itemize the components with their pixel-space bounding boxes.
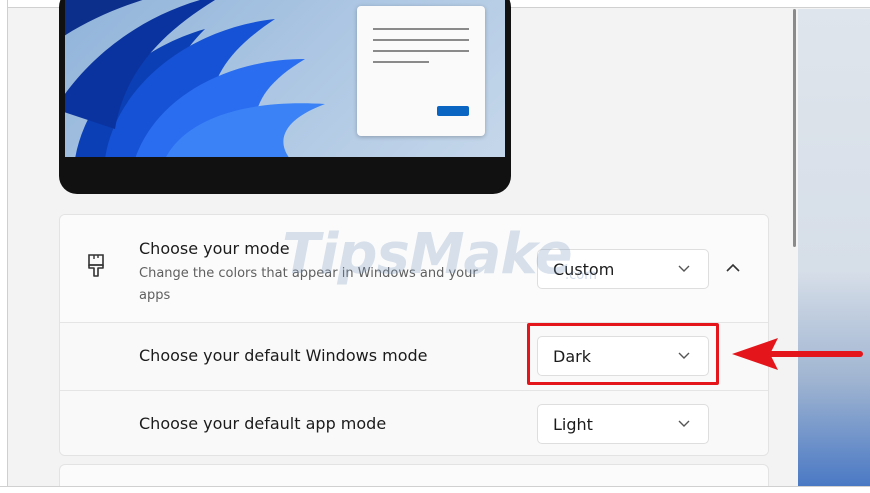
app-mode-label: Choose your default app mode <box>139 414 387 433</box>
chevron-down-icon <box>678 420 690 427</box>
desktop-background-strip <box>798 9 870 486</box>
collapse-button[interactable] <box>718 253 748 283</box>
app-mode-value: Light <box>553 415 593 434</box>
preview-app-window <box>357 6 485 136</box>
brush-icon <box>88 254 104 277</box>
chevron-up-icon <box>726 263 740 272</box>
annotation-highlight-box <box>527 323 719 385</box>
annotation-arrow-icon <box>732 338 863 370</box>
watermark-domain: .com <box>565 268 597 283</box>
watermark-logo: TipsMake <box>282 222 573 287</box>
preview-wallpaper <box>65 0 505 157</box>
window-frame-left <box>0 0 8 493</box>
app-mode-dropdown[interactable]: Light <box>537 404 709 444</box>
app-mode-row: Choose your default app mode Light <box>60 390 768 455</box>
windows-mode-label: Choose your default Windows mode <box>139 346 428 365</box>
chevron-down-icon <box>678 265 690 272</box>
choose-mode-title: Choose your mode <box>139 239 290 258</box>
theme-preview <box>59 0 511 194</box>
bloom-wallpaper-image <box>65 0 325 157</box>
scrollbar-thumb[interactable] <box>793 9 796 247</box>
window-frame-bottom <box>0 486 870 493</box>
preview-accent-button <box>437 106 469 116</box>
